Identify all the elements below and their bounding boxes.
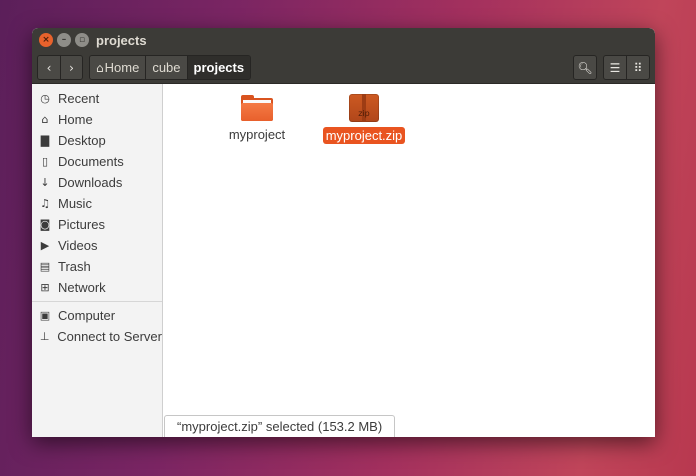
chevron-right-icon: › xyxy=(69,60,74,75)
file-name: myproject xyxy=(228,127,286,142)
close-window-button[interactable]: × xyxy=(39,33,53,47)
breadcrumb-cube[interactable]: cube xyxy=(145,56,187,79)
title-bar: × – ▫ projects xyxy=(32,28,655,52)
window-title: projects xyxy=(96,33,147,48)
chevron-left-icon: ‹ xyxy=(46,60,52,75)
sidebar-item-home[interactable]: ⌂ Home xyxy=(32,109,162,130)
sidebar-item-connect-to-server[interactable]: ⊥ Connect to Server xyxy=(32,326,162,347)
list-view-button[interactable]: ☰ xyxy=(603,55,627,80)
grid-icon: ⠿ xyxy=(633,60,643,75)
sidebar-item-pictures[interactable]: ◙ Pictures xyxy=(32,214,162,235)
search-button[interactable]: 🔍︎ xyxy=(573,55,597,80)
breadcrumb: ⌂ Home cube projects xyxy=(89,55,252,80)
maximize-window-button[interactable]: ▫ xyxy=(75,33,89,47)
list-icon: ☰ xyxy=(609,60,621,75)
minimize-window-button[interactable]: – xyxy=(57,33,71,47)
status-bar: “myproject.zip” selected (153.2 MB) xyxy=(164,415,396,437)
clock-icon: ◷ xyxy=(40,92,50,105)
sidebar: ◷ Recent ⌂ Home ▇ Desktop ▯ Documents ↓ … xyxy=(32,84,163,437)
home-icon: ⌂ xyxy=(96,60,104,75)
zip-icon-label: zip xyxy=(358,109,370,118)
download-icon: ↓ xyxy=(40,176,50,189)
sidebar-item-desktop[interactable]: ▇ Desktop xyxy=(32,130,162,151)
status-text: “myproject.zip” selected (153.2 MB) xyxy=(177,419,383,434)
sidebar-item-label: Home xyxy=(58,112,93,127)
toolbar: ‹ › ⌂ Home cube projects 🔍︎ ☰ ⠿ xyxy=(32,52,655,84)
sidebar-item-trash[interactable]: ▤ Trash xyxy=(32,256,162,277)
forward-button[interactable]: › xyxy=(60,56,82,79)
zip-archive-icon: zip xyxy=(349,94,379,122)
document-icon: ▯ xyxy=(41,155,49,168)
sidebar-item-label: Recent xyxy=(58,91,100,106)
breadcrumb-home[interactable]: ⌂ Home xyxy=(90,56,146,79)
sidebar-item-videos[interactable]: ▶ Videos xyxy=(32,235,162,256)
sidebar-item-label: Desktop xyxy=(58,133,106,148)
back-button[interactable]: ‹ xyxy=(38,56,60,79)
grid-view-button[interactable]: ⠿ xyxy=(626,55,650,80)
computer-icon: ▣ xyxy=(39,309,51,322)
sidebar-item-label: Network xyxy=(58,280,106,295)
sidebar-item-label: Trash xyxy=(58,259,91,274)
sidebar-item-documents[interactable]: ▯ Documents xyxy=(32,151,162,172)
sidebar-item-computer[interactable]: ▣ Computer xyxy=(32,305,162,326)
sidebar-item-label: Music xyxy=(58,196,92,211)
sidebar-item-label: Videos xyxy=(58,238,98,253)
breadcrumb-projects[interactable]: projects xyxy=(186,56,251,79)
sidebar-item-label: Computer xyxy=(58,308,116,323)
camera-icon: ◙ xyxy=(39,218,51,231)
server-icon: ⊥ xyxy=(39,330,50,343)
sidebar-item-recent[interactable]: ◷ Recent xyxy=(32,88,162,109)
sidebar-item-downloads[interactable]: ↓ Downloads xyxy=(32,172,162,193)
sidebar-item-network[interactable]: ⊞ Network xyxy=(32,277,162,298)
breadcrumb-label: cube xyxy=(152,60,181,75)
sidebar-item-label: Documents xyxy=(58,154,124,169)
file-view[interactable]: myproject zip myproject.zip xyxy=(164,84,655,437)
file-name: myproject.zip xyxy=(322,127,406,144)
sidebar-item-music[interactable]: ♫ Music xyxy=(32,193,162,214)
search-icon: 🔍︎ xyxy=(577,60,593,75)
sidebar-item-label: Downloads xyxy=(58,175,123,190)
folder-icon xyxy=(241,95,273,121)
breadcrumb-label: Home xyxy=(104,60,140,75)
breadcrumb-label: projects xyxy=(193,60,245,75)
sidebar-item-label: Connect to Server xyxy=(57,329,162,344)
home-icon: ⌂ xyxy=(41,113,49,126)
network-icon: ⊞ xyxy=(40,281,50,294)
sidebar-item-label: Pictures xyxy=(58,217,105,232)
video-icon: ▶ xyxy=(40,239,50,252)
trash-icon: ▤ xyxy=(39,260,51,273)
file-item-myproject[interactable]: myproject xyxy=(207,95,307,143)
file-item-myproject-zip[interactable]: zip myproject.zip xyxy=(314,94,414,144)
folder-icon: ▇ xyxy=(40,134,50,147)
file-manager-window: × – ▫ projects ‹ › ⌂ Home cube projects xyxy=(32,28,655,437)
music-icon: ♫ xyxy=(40,197,50,210)
sidebar-divider xyxy=(32,301,162,302)
history-nav: ‹ › xyxy=(37,55,83,80)
